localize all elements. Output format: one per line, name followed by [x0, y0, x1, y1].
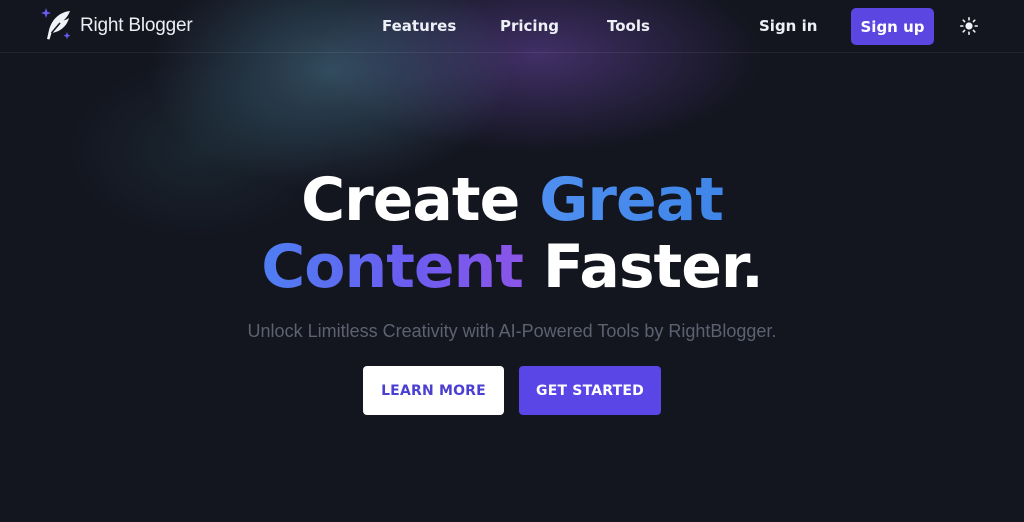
learn-more-button[interactable]: LEARN MORE [363, 366, 504, 415]
brand-logo-link[interactable]: Right Blogger [40, 8, 193, 44]
nav-link-pricing[interactable]: Pricing [500, 17, 559, 35]
theme-toggle-button[interactable] [958, 16, 980, 38]
quill-sparkle-icon [40, 6, 74, 46]
hero-title-content: Content [261, 232, 524, 302]
hero-title-great: Great [539, 165, 724, 235]
sign-up-button[interactable]: Sign up [851, 8, 934, 45]
page: Right Blogger Features Pricing Tools Sig… [0, 0, 1024, 522]
hero-title-line-2: Content Faster. [0, 237, 1024, 297]
brand-name: Right Blogger [80, 15, 193, 36]
top-navbar: Right Blogger Features Pricing Tools Sig… [0, 0, 1024, 53]
hero-title-faster: Faster. [522, 232, 764, 302]
nav-link-features[interactable]: Features [382, 17, 456, 35]
nav-link-tools[interactable]: Tools [607, 17, 650, 35]
hero-title-line-1: Create Great [0, 170, 1024, 230]
hero-title-create: Create [301, 165, 540, 235]
sun-icon [960, 16, 979, 38]
sign-in-link[interactable]: Sign in [759, 17, 817, 35]
hero-subtitle: Unlock Limitless Creativity with AI-Powe… [247, 321, 777, 341]
get-started-button[interactable]: GET STARTED [519, 366, 661, 415]
